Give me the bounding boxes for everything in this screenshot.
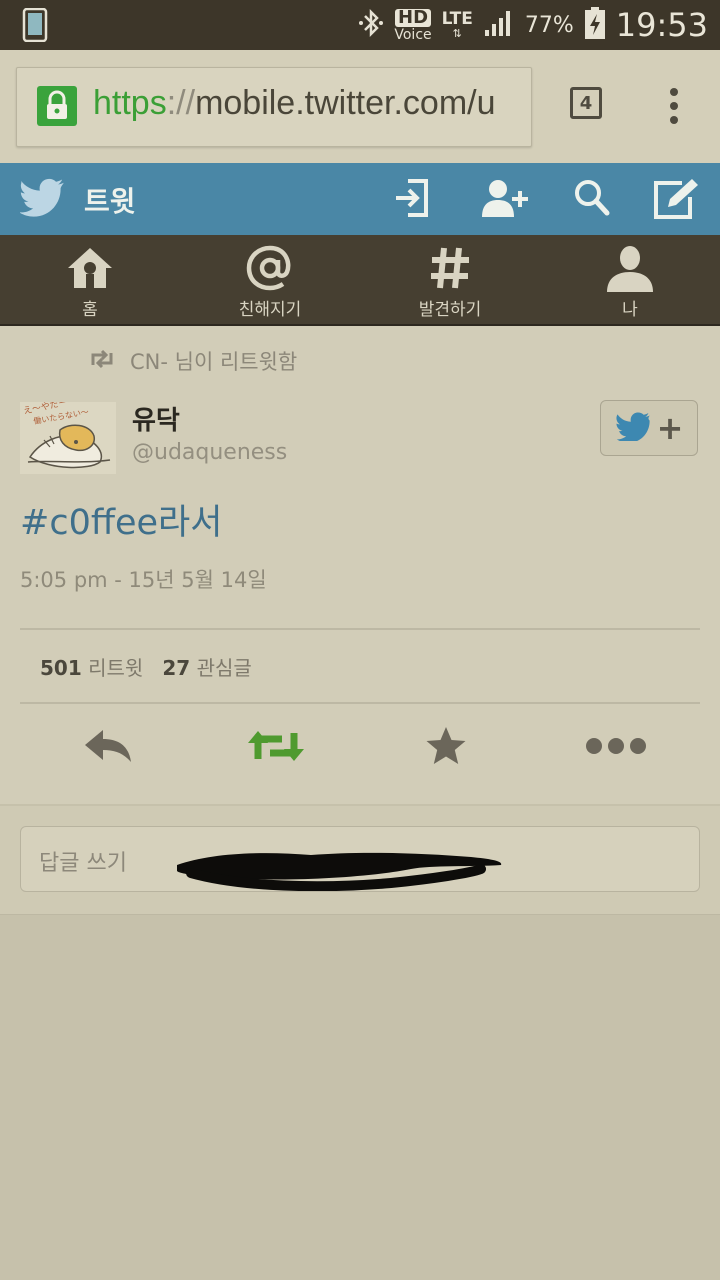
add-user-icon[interactable] <box>480 177 532 223</box>
signal-icon <box>483 8 515 42</box>
reply-area: 답글 쓰기 <box>0 806 720 915</box>
voice-label: Voice <box>394 26 432 43</box>
reply-icon <box>83 728 133 768</box>
retweet-count-label[interactable]: 리트윗 <box>88 656 143 680</box>
twitter-bird-icon[interactable] <box>19 177 66 221</box>
overflow-menu-button[interactable] <box>662 88 686 124</box>
tweet-detail: CN- 님이 리트윗함 え〜やだー 働いたらない〜 유닥 @udaqueness… <box>0 326 720 804</box>
reply-button[interactable] <box>68 718 148 778</box>
url-scheme: https <box>93 84 167 122</box>
more-button[interactable] <box>576 718 656 778</box>
at-icon <box>245 243 295 293</box>
nav-home-label: 홈 <box>82 300 98 320</box>
main-nav: 홈 친해지기 발견하기 나 <box>0 235 720 326</box>
hashtag-icon <box>428 243 472 293</box>
reply-placeholder: 답글 쓰기 <box>39 851 127 876</box>
url-bar[interactable]: https://mobile.twitter.com/u <box>16 67 532 147</box>
header-title: 트윗 <box>84 185 136 218</box>
home-icon <box>66 243 114 293</box>
nav-me-label: 나 <box>622 300 638 320</box>
nav-home[interactable]: 홈 <box>0 235 180 324</box>
lte-indicator: LTE ⇅ <box>441 9 473 40</box>
phone-icon <box>22 7 48 46</box>
lte-arrows: ⇅ <box>452 27 462 40</box>
sign-in-icon[interactable] <box>392 177 432 223</box>
twitter-bird-icon <box>615 411 653 445</box>
favorite-count-label[interactable]: 관심글 <box>197 656 252 680</box>
battery-charging-icon <box>584 6 606 44</box>
nav-connect-label: 친해지기 <box>238 300 302 320</box>
clock: 19:53 <box>615 6 708 44</box>
reply-input[interactable]: 답글 쓰기 <box>20 826 700 892</box>
retweet-small-icon <box>88 349 116 374</box>
url-separator: :// <box>166 84 196 122</box>
browser-toolbar: https://mobile.twitter.com/u 4 <box>0 50 720 163</box>
retweet-note-text: CN- 님이 리트윗함 <box>130 350 298 374</box>
compose-icon[interactable] <box>652 177 702 225</box>
redaction-scribble <box>171 847 511 895</box>
nav-discover-label: 발견하기 <box>418 300 482 320</box>
person-icon <box>605 243 655 293</box>
divider <box>20 628 700 630</box>
hd-label: HD <box>395 8 432 27</box>
more-dots-icon <box>585 736 647 760</box>
favorite-count[interactable]: 27 <box>162 656 190 680</box>
lock-icon <box>37 86 77 126</box>
avatar[interactable]: え〜やだー 働いたらない〜 <box>20 402 116 474</box>
nav-discover[interactable]: 발견하기 <box>360 235 540 324</box>
retweet-count[interactable]: 501 <box>40 656 82 680</box>
url-host: mobile.twitter.com/u <box>195 84 496 122</box>
app-header: 트윗 <box>0 163 720 235</box>
nav-me[interactable]: 나 <box>540 235 720 324</box>
retweet-icon <box>246 727 306 769</box>
battery-percent: 77% <box>524 12 574 38</box>
hd-voice-indicator: HD Voice <box>394 8 432 43</box>
url-text: https://mobile.twitter.com/u <box>93 84 496 123</box>
plus-icon: + <box>656 409 684 447</box>
lte-label: LTE <box>441 9 473 29</box>
tweet-stats: 501 리트윗 27 관심글 <box>40 652 252 681</box>
tweet-text[interactable]: #c0ffee라서 <box>20 494 222 545</box>
tweet-timestamp: 5:05 pm - 15년 5월 14일 <box>20 568 267 592</box>
follow-button[interactable]: + <box>600 400 698 456</box>
divider <box>20 702 700 704</box>
nav-connect[interactable]: 친해지기 <box>180 235 360 324</box>
search-icon[interactable] <box>572 177 612 223</box>
star-icon <box>424 725 468 771</box>
retweet-note: CN- 님이 리트윗함 <box>88 346 297 376</box>
tweet-actions <box>0 718 720 778</box>
user-name[interactable]: 유닥 <box>132 400 180 437</box>
retweet-button[interactable] <box>236 718 316 778</box>
status-bar: HD Voice LTE ⇅ 77% 19:53 <box>0 0 720 50</box>
favorite-button[interactable] <box>406 718 486 778</box>
tab-switcher-button[interactable]: 4 <box>570 87 602 119</box>
bluetooth-icon <box>358 8 384 42</box>
user-handle[interactable]: @udaqueness <box>132 440 287 465</box>
